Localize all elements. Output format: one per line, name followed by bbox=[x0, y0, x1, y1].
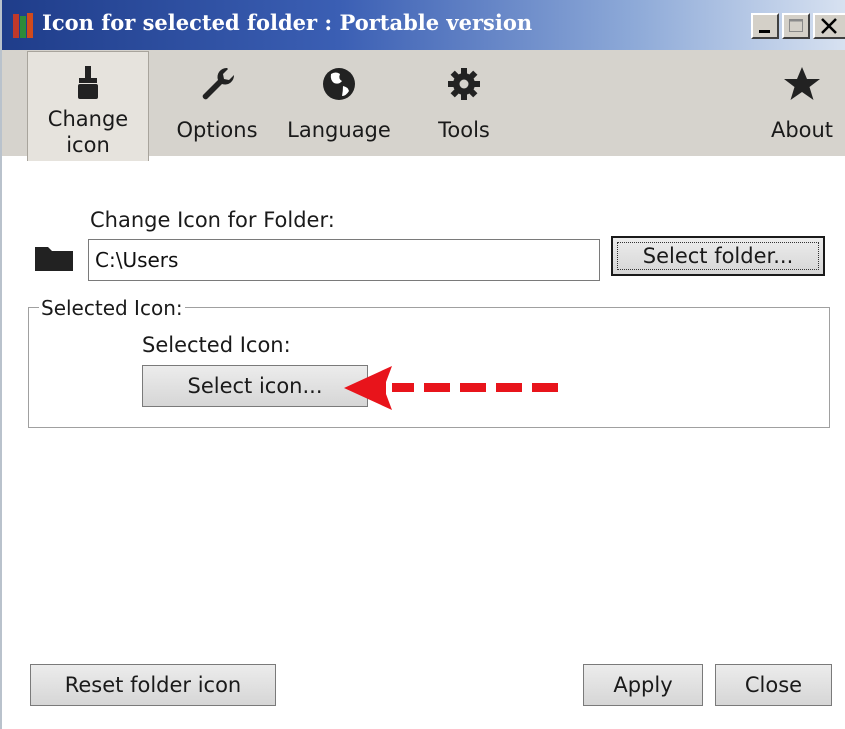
tab-about[interactable]: About bbox=[757, 50, 845, 156]
star-icon bbox=[784, 67, 820, 100]
folder-path-input[interactable] bbox=[88, 239, 600, 281]
brush-icon bbox=[78, 66, 98, 99]
tab-change-icon[interactable]: Change icon bbox=[27, 51, 149, 161]
close-window-button[interactable] bbox=[813, 13, 845, 39]
close-button[interactable]: Close bbox=[715, 664, 832, 706]
selected-icon-group-title: Selected Icon: bbox=[39, 296, 185, 320]
tab-language[interactable]: Language bbox=[282, 50, 396, 156]
app-icon bbox=[13, 13, 33, 38]
selected-icon-label: Selected Icon: bbox=[142, 333, 291, 357]
close-icon bbox=[821, 18, 837, 34]
tab-options-label: Options bbox=[176, 118, 258, 142]
minimize-icon bbox=[759, 30, 770, 33]
tab-change-icon-label: Change icon bbox=[47, 107, 129, 157]
tab-tools-label: Tools bbox=[438, 118, 490, 142]
change-icon-folder-label: Change Icon for Folder: bbox=[90, 208, 335, 232]
reset-folder-icon-button[interactable]: Reset folder icon bbox=[30, 664, 276, 706]
wrench-icon bbox=[202, 67, 235, 100]
app-window: Icon for selected folder : Portable vers… bbox=[0, 0, 845, 729]
toolbar: Change icon Options Language Tools About bbox=[2, 50, 845, 161]
maximize-button[interactable] bbox=[782, 13, 810, 39]
title-bar[interactable]: Icon for selected folder : Portable vers… bbox=[2, 0, 845, 50]
minimize-button[interactable] bbox=[751, 13, 779, 39]
globe-icon bbox=[323, 68, 355, 100]
select-icon-button[interactable]: Select icon... bbox=[142, 365, 368, 407]
tab-options[interactable]: Options bbox=[162, 50, 272, 156]
tab-about-label: About bbox=[770, 118, 834, 142]
apply-button[interactable]: Apply bbox=[583, 664, 703, 706]
annotation-arrow-icon bbox=[344, 366, 558, 410]
window-title: Icon for selected folder : Portable vers… bbox=[42, 10, 533, 35]
folder-icon bbox=[35, 247, 73, 271]
tab-language-label: Language bbox=[287, 118, 391, 142]
tab-tools[interactable]: Tools bbox=[412, 50, 516, 156]
maximize-icon bbox=[789, 19, 803, 32]
select-folder-button[interactable]: Select folder... bbox=[611, 236, 825, 276]
gear-icon bbox=[448, 68, 480, 100]
